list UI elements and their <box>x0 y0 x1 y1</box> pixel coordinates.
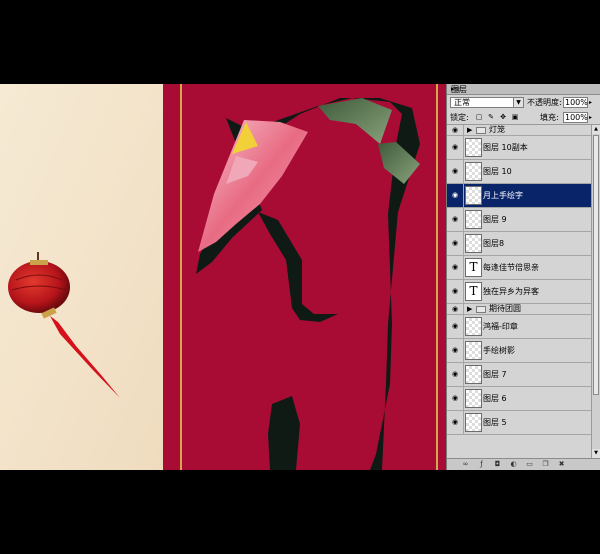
new-layer-icon[interactable]: ❐ <box>541 460 550 469</box>
layer-name: 图层 5 <box>483 418 507 427</box>
blend-mode-select[interactable]: 正常 ▼ <box>450 97 524 108</box>
layer-row[interactable]: ◉ T 独在异乡为异客 <box>447 280 592 304</box>
eye-icon[interactable]: ◉ <box>450 143 460 151</box>
text-layer-icon: T <box>465 282 482 301</box>
layer-thumbnail <box>465 162 482 181</box>
opacity-label: 不透明度: <box>527 98 562 107</box>
eye-icon[interactable]: ◉ <box>450 215 460 223</box>
opacity-slider-arrow-icon[interactable]: ▸ <box>589 99 592 106</box>
layer-name: 鸿福-印章 <box>483 322 518 331</box>
layers-panel: 图层 ▸≡ 正常 ▼ 不透明度: 100% ▸ 锁定: ▢ ✎ ✥ ▣ 填充: … <box>446 84 600 470</box>
fill-label: 填充: <box>540 113 559 122</box>
layer-group-row[interactable]: ◉ ▶ 灯笼 <box>447 125 592 136</box>
blend-mode-value: 正常 <box>454 98 470 107</box>
expand-triangle-icon[interactable]: ▶ <box>467 305 472 314</box>
layer-name: 图层 9 <box>483 215 507 224</box>
fill-slider-arrow-icon[interactable]: ▸ <box>589 114 592 121</box>
expand-triangle-icon[interactable]: ▶ <box>467 126 472 135</box>
artwork <box>0 84 446 470</box>
new-group-icon[interactable]: ▭ <box>525 460 534 469</box>
layer-style-fx-icon[interactable]: ƒ <box>477 460 486 469</box>
layer-list: ◉ ▶ 灯笼 ◉ 图层 10副本 ◉ 图层 10 ◉ 月上手绘字 ◉ 图层 9 … <box>447 125 592 458</box>
layer-row[interactable]: ◉ 图层 10副本 <box>447 136 592 160</box>
eye-icon[interactable]: ◉ <box>450 394 460 402</box>
layer-list-scrollbar[interactable]: ▲ ▼ <box>591 125 600 458</box>
layer-thumbnail <box>465 389 482 408</box>
layer-thumbnail <box>465 138 482 157</box>
lock-label: 锁定: <box>450 113 469 122</box>
eye-icon[interactable]: ◉ <box>450 167 460 175</box>
layer-thumbnail <box>465 341 482 360</box>
add-mask-icon[interactable]: ◘ <box>493 460 502 469</box>
layer-row[interactable]: ◉ 图层 6 <box>447 387 592 411</box>
chevron-down-icon[interactable]: ▼ <box>513 98 523 107</box>
lock-all-icon[interactable]: ▣ <box>511 113 519 121</box>
layer-row[interactable]: ◉ 鸿福-印章 <box>447 315 592 339</box>
folder-icon <box>476 127 486 134</box>
layer-name: 图层 6 <box>483 394 507 403</box>
layer-name: 图层8 <box>483 239 505 248</box>
layer-name: 期待团圆 <box>489 304 521 313</box>
opacity-field[interactable]: 100% <box>563 97 588 108</box>
eye-icon[interactable]: ◉ <box>450 287 460 295</box>
scroll-down-arrow-icon[interactable]: ▼ <box>592 449 600 458</box>
layer-name: 灯笼 <box>489 125 505 134</box>
folder-icon <box>476 306 486 313</box>
lock-image-icon[interactable]: ✎ <box>487 113 495 121</box>
eye-icon[interactable]: ◉ <box>450 239 460 247</box>
layer-thumbnail <box>465 186 482 205</box>
eye-icon[interactable]: ◉ <box>450 126 460 134</box>
layer-group-row[interactable]: ◉ ▶ 期待团圆 <box>447 304 592 315</box>
eye-icon[interactable]: ◉ <box>450 263 460 271</box>
layer-name: 每逢佳节倍思亲 <box>483 263 539 272</box>
layer-thumbnail <box>465 234 482 253</box>
lock-position-icon[interactable]: ✥ <box>499 113 507 121</box>
eye-icon[interactable]: ◉ <box>450 191 460 199</box>
fill-field[interactable]: 100% <box>563 112 588 123</box>
link-layers-icon[interactable]: ∞ <box>461 460 470 469</box>
gold-border-right <box>436 84 438 470</box>
eye-icon[interactable]: ◉ <box>450 370 460 378</box>
layer-row-selected[interactable]: ◉ 月上手绘字 <box>447 184 592 208</box>
layer-name: 图层 10副本 <box>483 143 528 152</box>
text-layer-icon: T <box>465 258 482 277</box>
lock-fill-row: 锁定: ▢ ✎ ✥ ▣ 填充: 100% ▸ <box>447 111 600 125</box>
document-canvas[interactable] <box>0 84 446 470</box>
layers-panel-toolbar: ∞ ƒ ◘ ◐ ▭ ❐ ✖ <box>447 458 600 470</box>
panel-menu-icon[interactable]: ▸≡ <box>451 85 598 94</box>
layer-row[interactable]: ◉ 图层 10 <box>447 160 592 184</box>
layer-row[interactable]: ◉ T 每逢佳节倍思亲 <box>447 256 592 280</box>
layer-thumbnail <box>465 210 482 229</box>
layer-row[interactable]: ◉ 图层 7 <box>447 363 592 387</box>
eye-icon[interactable]: ◉ <box>450 305 460 313</box>
layer-row[interactable]: ◉ 图层 5 <box>447 411 592 435</box>
delete-layer-icon[interactable]: ✖ <box>557 460 566 469</box>
gold-border-left <box>180 84 182 470</box>
layer-name: 独在异乡为异客 <box>483 287 539 296</box>
scroll-up-arrow-icon[interactable]: ▲ <box>592 125 600 134</box>
layer-name: 图层 7 <box>483 370 507 379</box>
layer-name: 图层 10 <box>483 167 512 176</box>
layers-panel-tab[interactable]: 图层 ▸≡ <box>447 84 600 95</box>
adjustment-layer-icon[interactable]: ◐ <box>509 460 518 469</box>
eye-icon[interactable]: ◉ <box>450 346 460 354</box>
layer-thumbnail <box>465 365 482 384</box>
layer-thumbnail <box>465 317 482 336</box>
lock-transparency-icon[interactable]: ▢ <box>475 113 483 121</box>
blend-opacity-row: 正常 ▼ 不透明度: 100% ▸ <box>447 96 600 110</box>
layer-row[interactable]: ◉ 图层8 <box>447 232 592 256</box>
layer-row[interactable]: ◉ 图层 9 <box>447 208 592 232</box>
layer-name: 手绘树影 <box>483 346 515 355</box>
scroll-thumb[interactable] <box>593 135 599 395</box>
layer-name: 月上手绘字 <box>483 191 523 200</box>
layer-thumbnail <box>465 413 482 432</box>
eye-icon[interactable]: ◉ <box>450 322 460 330</box>
layer-row[interactable]: ◉ 手绘树影 <box>447 339 592 363</box>
eye-icon[interactable]: ◉ <box>450 418 460 426</box>
